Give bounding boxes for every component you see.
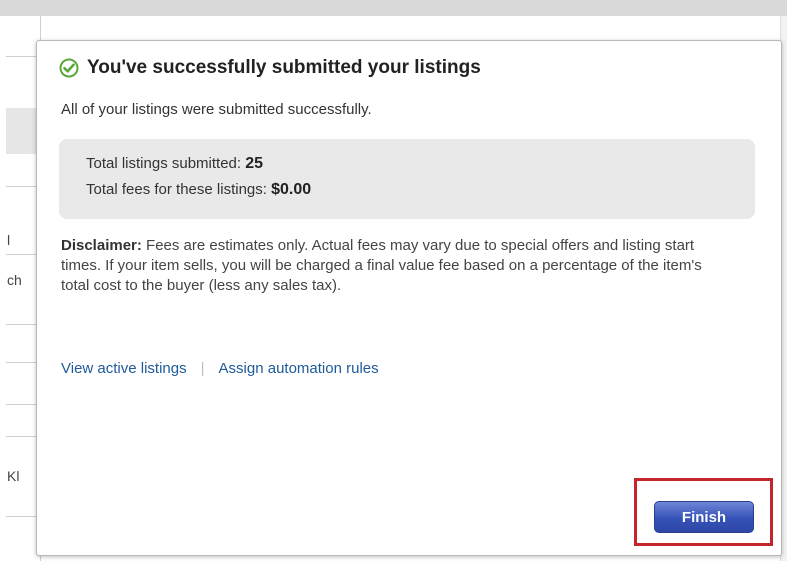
listings-submitted-label: Total listings submitted:	[86, 155, 246, 172]
dialog-links: View active listings | Assign automation…	[61, 360, 379, 377]
listings-submitted-line: Total listings submitted: 25	[86, 155, 263, 173]
table-divider	[6, 56, 40, 57]
disclaimer-text: Disclaimer: Fees are estimates only. Act…	[61, 236, 731, 296]
table-shaded-row	[6, 108, 40, 154]
table-cell-fragment: l	[7, 232, 11, 248]
listings-submitted-value: 25	[245, 155, 264, 172]
view-active-listings-link[interactable]: View active listings	[61, 360, 187, 377]
finish-button[interactable]: Finish	[654, 501, 754, 533]
table-divider	[6, 404, 40, 405]
submission-success-dialog: You've successfully submitted your listi…	[36, 40, 782, 556]
dialog-title: You've successfully submitted your listi…	[87, 57, 481, 78]
table-divider	[6, 186, 40, 187]
dialog-header: You've successfully submitted your listi…	[59, 57, 481, 79]
summary-box: Total listings submitted: 25 Total fees …	[59, 139, 755, 219]
assign-automation-rules-link[interactable]: Assign automation rules	[219, 360, 379, 377]
total-fees-line: Total fees for these listings: $0.00	[86, 181, 311, 199]
table-divider	[6, 324, 40, 325]
table-divider	[6, 516, 40, 517]
total-fees-label: Total fees for these listings:	[86, 181, 272, 198]
background-table: l ch Kl	[0, 16, 41, 561]
disclaimer-label: Disclaimer:	[61, 237, 142, 254]
table-divider	[6, 254, 40, 255]
disclaimer-body: Fees are estimates only. Actual fees may…	[61, 237, 702, 294]
total-fees-value: $0.00	[271, 181, 312, 198]
top-band	[0, 0, 787, 16]
table-cell-fragment: Kl	[7, 468, 20, 484]
link-separator: |	[200, 360, 205, 377]
table-cell-fragment: ch	[7, 272, 22, 288]
table-divider	[6, 362, 40, 363]
check-circle-icon	[59, 58, 79, 78]
dialog-subtitle: All of your listings were submitted succ…	[61, 101, 372, 118]
table-divider	[6, 436, 40, 437]
